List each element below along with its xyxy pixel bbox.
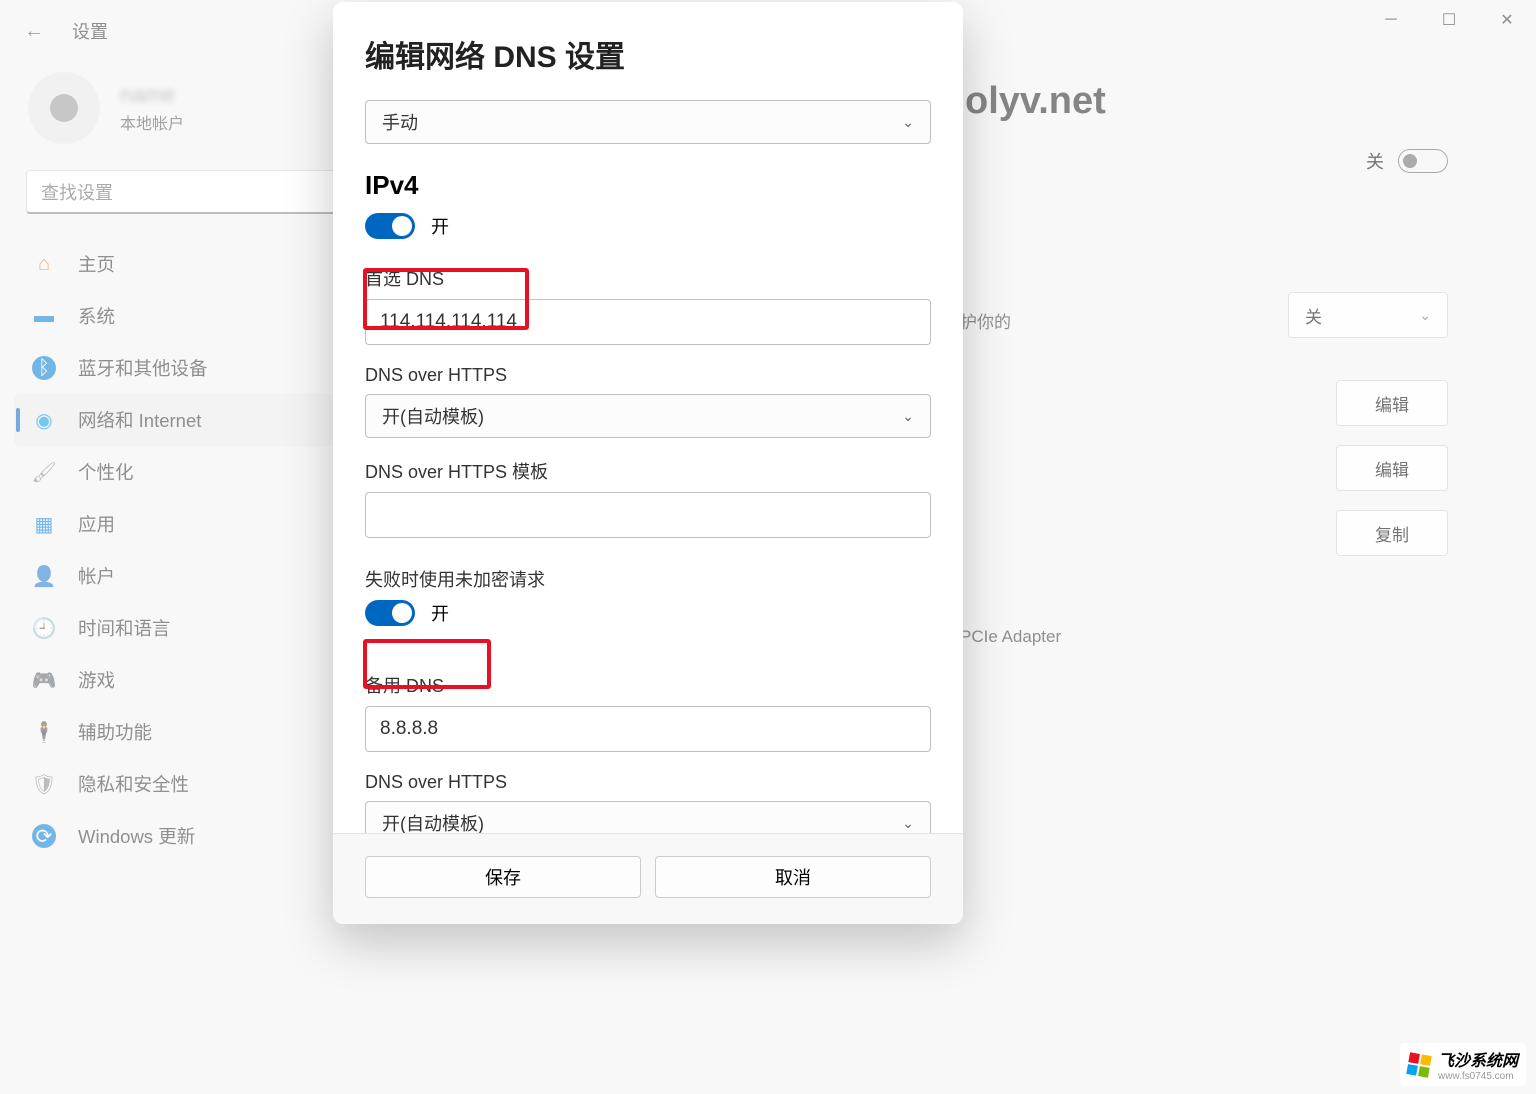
doh-template-input[interactable] [365,492,931,538]
doh2-label: DNS over HTTPS [365,772,931,793]
ipv4-heading: IPv4 [365,170,931,201]
chevron-down-icon: ⌄ [902,114,914,131]
watermark: 飞沙系统网 www.fs0745.com [1400,1043,1526,1086]
chevron-down-icon: ⌄ [1419,307,1431,324]
nav-label: 个性化 [78,459,134,485]
chevron-down-icon: ⌄ [902,408,914,425]
home-icon: ⌂ [32,252,56,276]
nav-label: 蓝牙和其他设备 [78,355,208,381]
doh2-select[interactable]: 开(自动模板) ⌄ [365,801,931,833]
save-button[interactable]: 保存 [365,856,641,898]
toggle-switch-off[interactable] [1398,149,1448,173]
nav-system[interactable]: ▬ 系统 [14,290,386,342]
nav-label: 时间和语言 [78,615,171,641]
nav-privacy[interactable]: 🛡 隐私和安全性 [14,758,386,810]
preferred-dns-input[interactable] [365,299,931,345]
back-icon[interactable]: ← [24,20,44,43]
protect-text-fragment: 护你的 [960,308,1011,333]
nav-label: 隐私和安全性 [78,771,189,797]
close-button[interactable]: ✕ [1478,0,1536,40]
alt-dns-input[interactable] [365,706,931,752]
app-title: 设置 [72,18,108,44]
nav-accounts[interactable]: 👤 帐户 [14,550,386,602]
nav-bluetooth[interactable]: ᛒ 蓝牙和其他设备 [14,342,386,394]
fallback-toggle-label: 开 [431,600,449,626]
doh1-select[interactable]: 开(自动模板) ⌄ [365,394,931,438]
wifi-icon: ◉ [32,408,56,432]
ipv4-toggle-label: 开 [431,213,449,239]
person-icon: 👤 [32,564,56,588]
dns-settings-modal: 编辑网络 DNS 设置 手动 ⌄ IPv4 开 首选 DNS DNS over … [333,2,963,924]
apps-icon: ▦ [32,512,56,536]
nav-time[interactable]: 🕘 时间和语言 [14,602,386,654]
gamepad-icon: 🎮 [32,668,56,692]
copy-button[interactable]: 复制 [1336,510,1448,556]
user-account-type: 本地帐户 [120,110,184,134]
nav-personalization[interactable]: 🖌 个性化 [14,446,386,498]
edit-button-2[interactable]: 编辑 [1336,445,1448,491]
edit-button-1[interactable]: 编辑 [1336,380,1448,426]
watermark-logo-icon [1406,1052,1431,1077]
nav-network[interactable]: ◉ 网络和 Internet [14,394,386,446]
doh-template-label: DNS over HTTPS 模板 [365,458,931,484]
modal-footer: 保存 取消 [333,833,963,924]
nav-label: 网络和 Internet [78,407,201,433]
watermark-url: www.fs0745.com [1438,1071,1518,1082]
page-domain-text: olyv.net [965,80,1106,123]
doh1-value: 开(自动模板) [382,403,484,429]
doh2-value: 开(自动模板) [382,810,484,833]
update-icon: ⟳ [32,824,56,848]
fallback-toggle[interactable] [365,600,415,626]
bluetooth-icon: ᛒ [32,356,56,380]
nav-update[interactable]: ⟳ Windows 更新 [14,810,386,862]
nav-home[interactable]: ⌂ 主页 [14,238,386,290]
minimize-button[interactable]: ─ [1362,0,1420,40]
nav-label: 帐户 [78,563,115,589]
system-icon: ▬ [32,304,56,328]
watermark-title: 飞沙系统网 [1438,1047,1518,1071]
nav-label: 辅助功能 [78,719,152,745]
search-placeholder: 查找设置 [41,179,113,205]
nav-label: 系统 [78,303,115,329]
nav-gaming[interactable]: 🎮 游戏 [14,654,386,706]
nav-label: 主页 [78,251,115,277]
maximize-button[interactable]: ☐ [1420,0,1478,40]
right-dropdown[interactable]: 关⌄ [1288,292,1448,338]
fallback-label: 失败时使用未加密请求 [365,566,931,592]
nav-label: Windows 更新 [78,823,195,849]
cancel-button[interactable]: 取消 [655,856,931,898]
dns-mode-value: 手动 [382,109,418,135]
brush-icon: 🖌 [32,460,56,484]
nav-accessibility[interactable]: 🕴 辅助功能 [14,706,386,758]
nav-label: 游戏 [78,667,115,693]
nav-label: 应用 [78,511,115,537]
shield-icon: 🛡 [32,772,56,796]
adapter-text-fragment: PCIe Adapter [960,627,1061,647]
toggle-off-label: 关 [1366,148,1384,174]
avatar-icon [28,72,100,144]
nav-apps[interactable]: ▦ 应用 [14,498,386,550]
doh1-label: DNS over HTTPS [365,365,931,386]
ipv4-toggle[interactable] [365,213,415,239]
preferred-dns-label: 首选 DNS [365,265,931,291]
dns-mode-select[interactable]: 手动 ⌄ [365,100,931,144]
clock-icon: 🕘 [32,616,56,640]
accessibility-icon: 🕴 [32,720,56,744]
dropdown-value: 关 [1305,303,1322,328]
user-name: name [120,82,184,108]
chevron-down-icon: ⌄ [902,815,914,832]
alt-dns-label: 备用 DNS [365,672,931,698]
window-controls: ─ ☐ ✕ [1362,0,1536,40]
modal-title: 编辑网络 DNS 设置 [365,32,931,76]
